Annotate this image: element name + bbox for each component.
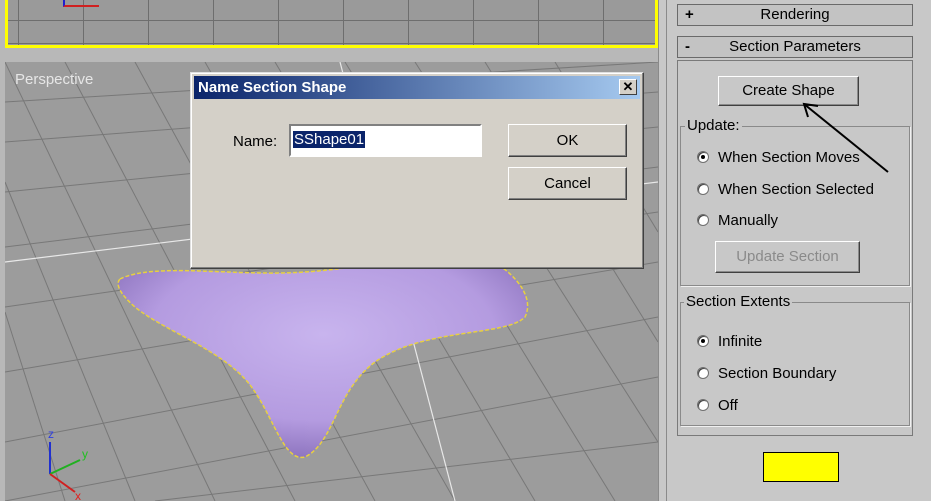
dialog-title: Name Section Shape — [198, 79, 347, 96]
rollout-title: Rendering — [760, 6, 830, 23]
axis-gizmo-top — [63, 0, 99, 7]
radio-label: When Section Selected — [718, 180, 874, 198]
radio-manually[interactable]: Manually — [697, 209, 778, 231]
name-input[interactable]: SShape01 — [289, 124, 482, 157]
radio-when-section-selected[interactable]: When Section Selected — [697, 178, 874, 200]
name-section-shape-dialog: Name Section Shape ✕ Name: SShape01 OK C… — [190, 72, 644, 269]
update-section-button[interactable]: Update Section — [715, 241, 860, 273]
rollout-title: Section Parameters — [729, 38, 861, 55]
close-icon[interactable]: ✕ — [619, 79, 637, 95]
radio-label: When Section Moves — [718, 148, 860, 166]
radio-button-icon — [697, 399, 709, 411]
radio-label: Manually — [718, 211, 779, 229]
dialog-title-bar[interactable]: Name Section Shape ✕ — [194, 76, 640, 99]
radio-infinite[interactable]: Infinite — [697, 330, 762, 352]
radio-button-icon — [697, 151, 709, 163]
radio-section-boundary[interactable]: Section Boundary — [697, 362, 836, 384]
radio-button-icon — [697, 214, 709, 226]
rollout-rendering[interactable]: + Rendering — [677, 4, 913, 26]
panel-divider[interactable] — [658, 0, 667, 501]
section-extents-label: Section Extents — [684, 293, 793, 310]
top-viewport[interactable] — [5, 0, 658, 48]
ok-button[interactable]: OK — [508, 124, 627, 157]
svg-text:z: z — [48, 427, 54, 441]
radio-label: Off — [718, 396, 738, 414]
rollout-section-parameters[interactable]: - Section Parameters — [677, 36, 913, 58]
radio-off[interactable]: Off — [697, 394, 738, 416]
name-input-value: SShape01 — [293, 131, 366, 148]
create-shape-button[interactable]: Create Shape — [718, 76, 859, 106]
name-label: Name: — [233, 133, 278, 150]
svg-text:x: x — [75, 489, 81, 501]
viewport-label[interactable]: Perspective — [15, 71, 93, 88]
radio-label: Infinite — [718, 332, 763, 350]
radio-button-icon — [697, 335, 709, 347]
radio-button-icon — [697, 367, 709, 379]
update-group-label: Update: — [685, 117, 742, 134]
radio-label: Section Boundary — [718, 364, 837, 382]
radio-button-icon — [697, 183, 709, 195]
command-panel: + Rendering - Section Parameters Create … — [667, 0, 931, 501]
section-color-swatch[interactable] — [763, 452, 839, 482]
svg-text:y: y — [82, 447, 88, 461]
axis-tripod: z y x — [48, 427, 88, 501]
radio-when-section-moves[interactable]: When Section Moves — [697, 146, 860, 168]
cancel-button[interactable]: Cancel — [508, 167, 627, 200]
